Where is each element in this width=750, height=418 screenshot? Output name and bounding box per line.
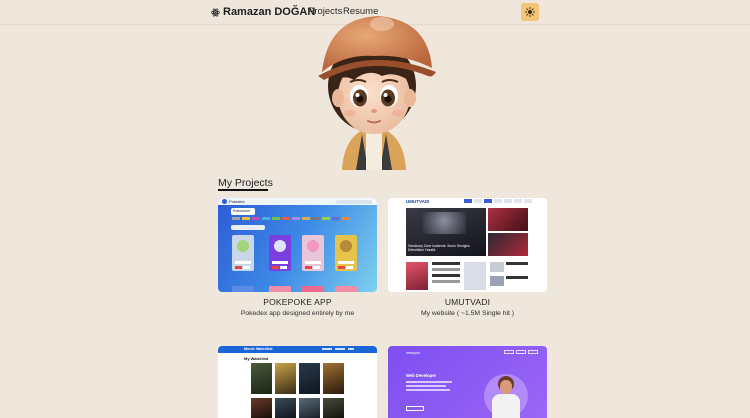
sun-icon — [525, 7, 535, 17]
section-underline — [218, 189, 268, 191]
project-card-portfolio[interactable]: rewaport Web Developer — [388, 346, 547, 418]
project-thumbnail[interactable]: UMUTVADI Sanctuary Zone Incidents: Sumo … — [388, 198, 547, 292]
thumb-header: UMUTVADI — [406, 199, 430, 204]
theme-toggle-button[interactable] — [521, 3, 539, 21]
project-title: POKEPOKE APP — [263, 297, 332, 307]
project-description: Pokedex app designed entirely by me — [240, 310, 355, 317]
brand-link[interactable]: Ramazan DOĞAN — [211, 4, 315, 20]
thumb-header: Movie Watchlist — [244, 347, 273, 351]
project-thumbnail[interactable]: Movie Watchlist My Watchlist — [218, 346, 377, 418]
project-card-umutvadi[interactable]: UMUTVADI Sanctuary Zone Incidents: Sumo … — [388, 198, 547, 317]
project-thumbnail[interactable]: Pokedex Pokemons — [218, 198, 377, 292]
section-title: My Projects — [218, 177, 273, 189]
thumb-label: Web Developer — [406, 373, 437, 378]
atom-icon — [211, 8, 220, 16]
hero-avatar-image — [318, 16, 436, 170]
thumb-headline: Sanctuary Zone Incidents: Sumo Grinigins… — [408, 244, 470, 252]
project-card-pokepoke[interactable]: Pokedex Pokemons POKEPOKE APP Pokedex ap… — [218, 198, 377, 317]
brand-name: Ramazan DOĞAN — [223, 6, 316, 18]
thumb-header: Pokedex — [229, 199, 245, 204]
project-card-watchlist[interactable]: Movie Watchlist My Watchlist — [218, 346, 377, 418]
project-thumbnail[interactable]: rewaport Web Developer — [388, 346, 547, 418]
thumb-label: Pokemons — [231, 208, 255, 215]
project-description: My website ( ~1.5M Single hit ) — [420, 310, 515, 317]
project-title: UMUTVADI — [444, 297, 491, 307]
thumb-label: My Watchlist — [244, 356, 269, 361]
thumb-header: rewaport — [406, 351, 420, 355]
